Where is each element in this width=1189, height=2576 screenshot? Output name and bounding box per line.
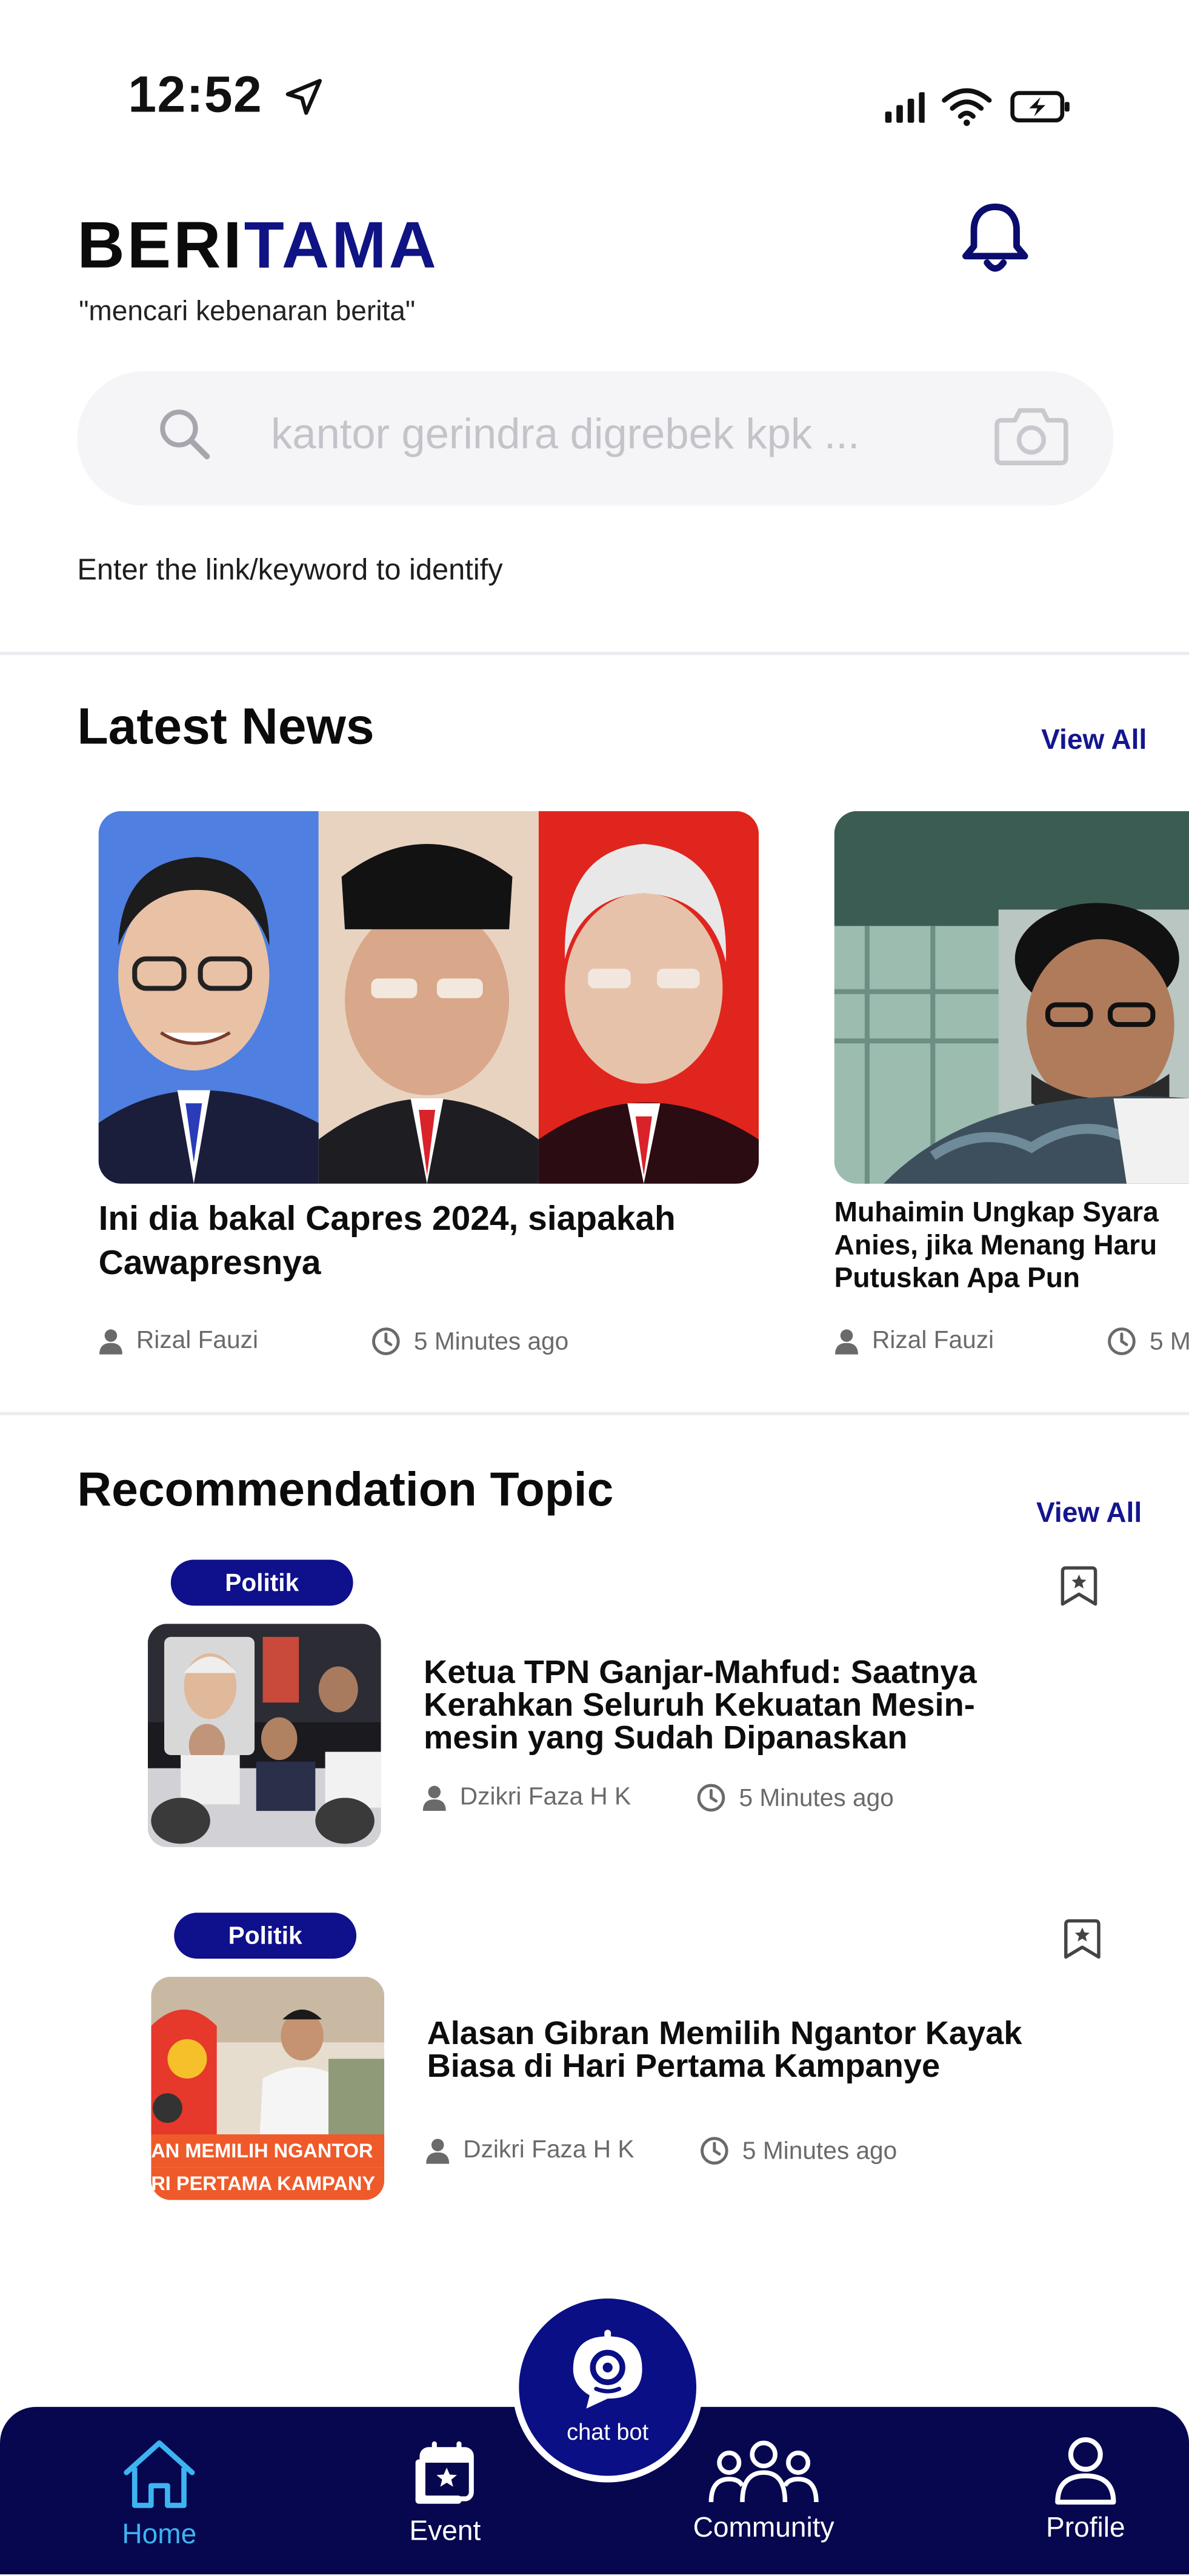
user-icon <box>426 2137 450 2163</box>
divider <box>0 651 1189 656</box>
chat-bot-icon <box>573 2329 642 2409</box>
chat-bot-label: chat bot <box>567 2418 649 2445</box>
recommendation-meta: Dzikri Faza H K <box>422 1783 631 1811</box>
muhaimin-photo <box>834 811 1189 1184</box>
image-caption-line: RI PERTAMA KAMPANY <box>151 2167 385 2200</box>
search-hint: Enter the link/keyword to identify <box>77 553 503 586</box>
latest-news-title: Latest News <box>77 697 375 755</box>
nav-home-label: Home <box>122 2518 197 2550</box>
news-card-image[interactable] <box>834 811 1189 1184</box>
signal-icon <box>885 92 925 123</box>
press-conference-photo <box>147 1624 381 1847</box>
search-icon <box>160 410 210 460</box>
news-card-time: 5 M <box>1107 1327 1189 1356</box>
status-time: 12:52 <box>128 65 263 124</box>
app-logo: BERITAMA <box>77 210 439 284</box>
image-caption-line: AN MEMILIH NGANTOR <box>151 2134 385 2168</box>
status-icons <box>884 82 1071 131</box>
user-icon <box>422 1785 446 1810</box>
capres-illustration <box>98 811 759 1184</box>
topic-tag[interactable]: Politik <box>170 1559 353 1606</box>
camera-icon[interactable] <box>992 397 1071 473</box>
news-card-title-line[interactable]: Anies, jika Menang Haru <box>834 1230 1157 1263</box>
author-name: Dzikri Faza H K <box>463 2136 634 2164</box>
clock-icon <box>701 2137 728 2165</box>
recommendation-title-line[interactable]: mesin yang Sudah Dipanaskan <box>424 1722 907 1755</box>
location-arrow-icon <box>285 79 322 115</box>
news-card-title[interactable]: Ini dia bakal Capres 2024, siapakah Cawa… <box>99 1197 756 1286</box>
recommendation-title-line[interactable]: Alasan Gibran Memilih Ngantor Kayak <box>427 2018 1022 2051</box>
recommendation-title-line[interactable]: Biasa di Hari Pertama Kampanye <box>427 2051 941 2083</box>
author-name: Rizal Fauzi <box>872 1326 994 1355</box>
recommendation-time: 5 Minutes ago <box>699 2136 897 2166</box>
clock-icon <box>372 1327 400 1355</box>
brand-part1: BERI <box>77 210 244 283</box>
user-icon <box>99 1328 122 1354</box>
recommendation-title-line[interactable]: Ketua TPN Ganjar-Mahfud: Saatnya <box>424 1656 977 1689</box>
nav-community-label: Community <box>693 2512 834 2543</box>
nav-profile[interactable]: Profile <box>1034 2437 1136 2545</box>
recommendation-image[interactable]: AN MEMILIH NGANTOR RI PERTAMA KAMPANY <box>151 1976 385 2200</box>
time-ago: 5 Minutes ago <box>413 1327 569 1356</box>
news-card-title-line[interactable]: Putuskan Apa Pun <box>834 1263 1080 1295</box>
author-name: Dzikri Faza H K <box>459 1783 631 1811</box>
calendar-icon <box>415 2441 474 2504</box>
nav-community[interactable]: Community <box>687 2440 841 2544</box>
recommendation-time: 5 Minutes ago <box>696 1783 894 1813</box>
author-name: Rizal Fauzi <box>136 1326 258 1355</box>
profile-icon <box>1055 2437 1116 2505</box>
user-icon <box>835 1328 858 1354</box>
news-card-title-line[interactable]: Muhaimin Ungkap Syara <box>834 1197 1159 1230</box>
home-icon <box>124 2440 195 2508</box>
news-card-meta: Rizal Fauzi <box>834 1327 994 1355</box>
chat-bot-button[interactable]: chat bot <box>512 2292 703 2483</box>
recommendation-meta: Dzikri Faza H K <box>425 2136 634 2164</box>
bookmark-icon[interactable] <box>1059 1565 1099 1607</box>
clock-icon <box>697 1784 725 1812</box>
bookmark-icon[interactable] <box>1062 1917 1102 1960</box>
divider <box>0 1412 1189 1416</box>
brand-part2: TAMA <box>244 210 439 283</box>
tagline: "mencari kebenaran berita" <box>79 295 416 327</box>
time-ago: 5 Minutes ago <box>739 1784 894 1812</box>
wifi-icon <box>942 88 993 126</box>
recommendation-title-line[interactable]: Kerahkan Seluruh Kekuatan Mesin- <box>424 1690 975 1722</box>
clock-icon <box>1108 1327 1136 1355</box>
nav-profile-label: Profile <box>1046 2512 1125 2543</box>
recommendation-title: Recommendation Topic <box>77 1464 614 1518</box>
news-card-image[interactable] <box>98 811 759 1184</box>
nav-home[interactable]: Home <box>108 2437 210 2552</box>
time-ago: 5 Minutes ago <box>742 2137 898 2165</box>
recommendation-view-all[interactable]: View All <box>1036 1498 1142 1530</box>
battery-charging-icon <box>1010 91 1070 123</box>
nav-event[interactable]: Event <box>391 2440 499 2548</box>
news-card-meta: Rizal Fauzi <box>99 1327 258 1355</box>
recommendation-image[interactable] <box>147 1624 381 1847</box>
latest-news-view-all[interactable]: View All <box>1041 724 1147 757</box>
search-input[interactable] <box>271 400 961 466</box>
time-ago: 5 M <box>1150 1327 1189 1356</box>
community-icon <box>708 2440 819 2503</box>
news-card-time: 5 Minutes ago <box>371 1327 568 1356</box>
notification-bell-icon[interactable] <box>959 201 1031 276</box>
topic-tag[interactable]: Politik <box>174 1913 357 1959</box>
nav-event-label: Event <box>409 2515 481 2547</box>
